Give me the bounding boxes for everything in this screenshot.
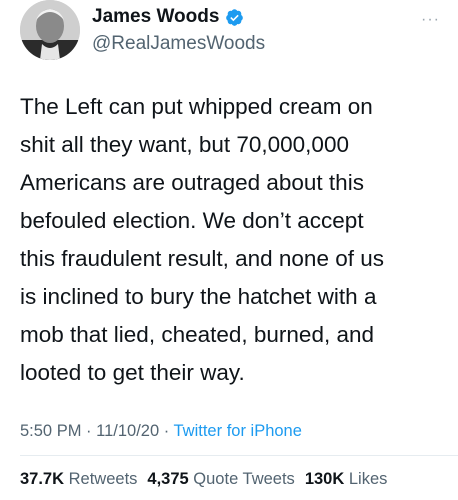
- likes-label: Likes: [348, 470, 388, 488]
- more-options-icon[interactable]: ···: [421, 12, 440, 28]
- quote-tweets-label: Quote Tweets: [193, 470, 295, 488]
- tweet-line: Americans are outraged about this: [20, 170, 364, 195]
- tweet-line: is inclined to bury the hatchet with a: [20, 284, 377, 309]
- tweet-source-link[interactable]: Twitter for iPhone: [174, 422, 302, 440]
- quote-tweets-count: 4,375: [147, 470, 189, 488]
- quote-tweets-stat[interactable]: 4,375 Quote Tweets: [147, 470, 294, 489]
- name-row: James Woods: [92, 6, 244, 28]
- user-handle[interactable]: @RealJamesWoods: [92, 33, 265, 55]
- retweets-label: Retweets: [68, 470, 138, 488]
- tweet-line: looted to get their way.: [20, 360, 245, 385]
- avatar[interactable]: [20, 0, 80, 60]
- tweet-line: befouled election. We don’t accept: [20, 208, 364, 233]
- tweet-date[interactable]: 11/10/20: [96, 422, 159, 440]
- tweet-card: James Woods @RealJamesWoods ··· The Left…: [0, 0, 458, 500]
- tweet-meta: 5:50 PM · 11/10/20 · Twitter for iPhone: [20, 422, 302, 441]
- display-name[interactable]: James Woods: [92, 6, 219, 28]
- retweets-stat[interactable]: 37.7K Retweets: [20, 470, 137, 489]
- avatar-photo: [20, 0, 80, 60]
- meta-separator: ·: [81, 422, 97, 440]
- likes-stat[interactable]: 130K Likes: [305, 470, 388, 489]
- tweet-line: this fraudulent result, and none of us: [20, 246, 384, 271]
- tweet-line: mob that lied, cheated, burned, and: [20, 322, 375, 347]
- tweet-line: shit all they want, but 70,000,000: [20, 132, 349, 157]
- tweet-time[interactable]: 5:50 PM: [20, 422, 81, 440]
- tweet-line: The Left can put whipped cream on: [20, 94, 373, 119]
- retweets-count: 37.7K: [20, 470, 65, 488]
- likes-count: 130K: [304, 470, 345, 488]
- verified-badge-icon: [226, 8, 244, 26]
- engagement-stats: 37.7K Retweets 4,375 Quote Tweets 130K L…: [20, 470, 387, 489]
- tweet-text: The Left can put whipped cream on shit a…: [20, 88, 445, 392]
- divider: [20, 455, 458, 456]
- meta-separator: ·: [159, 422, 174, 440]
